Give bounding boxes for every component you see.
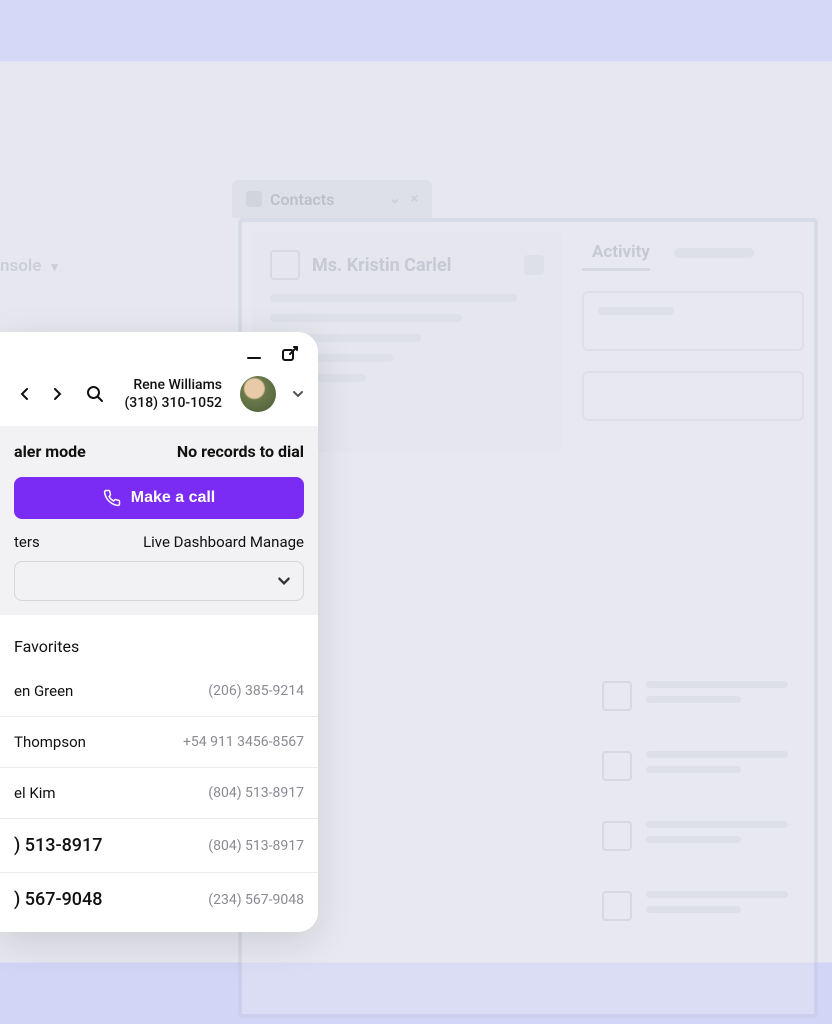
close-icon: × [411,191,418,207]
search-button[interactable] [84,383,106,405]
chevron-down-icon: ⌄ [389,191,401,207]
contact-avatar-icon [270,250,300,280]
contacts-tab: Contacts ⌄ × [232,180,432,218]
back-button[interactable] [14,383,36,405]
favorite-item[interactable]: Thompson +54 911 3456-8567 [0,717,318,768]
user-info: Rene Williams (318) 310-1052 [124,376,222,412]
action-icon [524,255,544,275]
favorite-item[interactable]: ) 567-9048 (234) 567-9048 [0,873,318,926]
favorites-header: Favorites [0,615,318,666]
chevron-down-icon [277,574,291,588]
make-call-button[interactable]: Make a call [14,477,304,519]
dialer-status: No records to dial [177,442,304,461]
favorite-item[interactable]: en Green (206) 385-9214 [0,666,318,717]
phone-icon [103,489,121,507]
activity-panel: Activity [582,232,804,1012]
favorite-item[interactable]: ) 513-8917 (804) 513-8917 [0,819,318,873]
dialer-panel: Rene Williams (318) 310-1052 aler mode N… [0,332,318,932]
popout-button[interactable] [280,344,300,364]
dialer-mode-label: aler mode [14,442,86,461]
forward-button[interactable] [46,383,68,405]
dashboard-manage-link[interactable]: Live Dashboard Manage [143,533,304,551]
filters-link[interactable]: ters [14,533,40,551]
contact-name: Ms. Kristin Carlel [312,255,451,276]
record-pane: Ms. Kristin Carlel Activity [238,218,818,1018]
list-select[interactable] [14,561,304,601]
console-label: nsole▾ [0,256,58,276]
user-menu-button[interactable] [292,388,304,400]
favorite-item[interactable]: el Kim (804) 513-8917 [0,768,318,819]
activity-tab: Activity [582,232,650,271]
user-name: Rene Williams [124,376,222,394]
minimize-button[interactable] [244,344,264,364]
user-phone: (318) 310-1052 [124,394,222,412]
avatar[interactable] [240,376,276,412]
chevron-down-icon: ▾ [51,260,58,275]
contact-icon [246,191,262,207]
